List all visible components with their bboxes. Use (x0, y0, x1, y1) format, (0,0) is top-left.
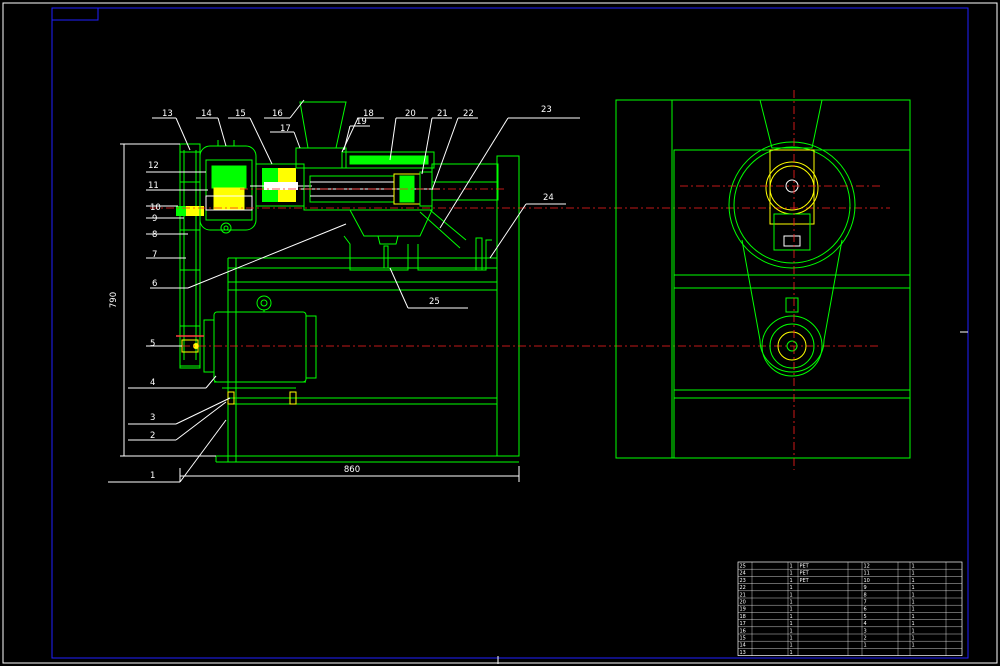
title-block-cell: 1 (912, 621, 915, 627)
part-label-12: 12 (148, 161, 159, 171)
sheet-inner-border (51, 7, 969, 659)
part-label-19: 19 (356, 117, 367, 127)
part-label-14: 14 (201, 109, 212, 119)
title-block-cell: 16 (740, 628, 746, 634)
title-block-cell: 1 (790, 621, 793, 627)
side-view (615, 90, 911, 470)
title-block-cell: PET (800, 564, 810, 570)
title-block-cell: 7 (864, 600, 867, 606)
title-block-cell: 1 (912, 571, 915, 577)
part-label-23: 23 (541, 105, 552, 115)
title-block-cell: 1 (790, 600, 793, 606)
part-label-5: 5 (150, 339, 155, 349)
title-block-cell: 1 (912, 600, 915, 606)
title-block-cell: 18 (740, 614, 746, 620)
part-label-17: 17 (280, 124, 291, 134)
title-block-cell: 1 (790, 585, 793, 591)
part-label-3: 3 (150, 413, 155, 423)
part-label-7: 7 (152, 250, 157, 260)
part-label-6: 6 (152, 279, 157, 289)
part-label-24: 24 (543, 193, 554, 203)
title-block-cell: 8 (864, 592, 867, 598)
part-label-8: 8 (152, 230, 157, 240)
title-block-cell: 1 (790, 571, 793, 577)
part-label-11: 11 (148, 181, 159, 191)
title-block-cell: 1 (912, 636, 915, 642)
title-block-cell: 1 (790, 650, 793, 656)
part-label-22: 22 (463, 109, 474, 119)
front-view: 790 860 13 14 15 16 17 18 19 20 21 22 23… (108, 99, 890, 483)
title-block-cell: 1 (912, 564, 915, 570)
title-block-cell: 1 (864, 643, 867, 649)
title-block-cell: 1 (790, 614, 793, 620)
title-block-cell: 10 (864, 578, 870, 584)
part-label-15: 15 (235, 109, 246, 119)
title-block-cell: 15 (740, 636, 746, 642)
title-block-cell: 1 (790, 643, 793, 649)
gear-box (199, 140, 257, 234)
title-block-cell: 21 (740, 592, 746, 598)
title-block-cell: 25 (740, 564, 746, 570)
title-block-cell: 1 (912, 607, 915, 613)
title-block-cell: 4 (864, 621, 867, 627)
title-block-cell: 5 (864, 614, 867, 620)
title-block: 25 1 PET 12 124 1 PET 11 123 1 PET 10 122 1 9 121 1 8 120 1… (737, 561, 963, 656)
title-block-cell: 9 (864, 585, 867, 591)
title-block-cell: 1 (912, 578, 915, 584)
title-block-cell: 1 (790, 636, 793, 642)
part-label-2: 2 (150, 431, 155, 441)
title-block-cell: 20 (740, 600, 746, 606)
title-block-cell: 1 (912, 585, 915, 591)
title-block-cell: 1 (790, 628, 793, 634)
part-label-9: 9 (152, 214, 157, 224)
title-block-cell: 1 (912, 628, 915, 634)
press-barrel (295, 101, 499, 271)
cad-drawing: 790 860 13 14 15 16 17 18 19 20 21 22 23… (2, 2, 998, 664)
title-block-cell: 1 (912, 614, 915, 620)
title-block-cell: 17 (740, 621, 746, 627)
title-block-cell: 12 (864, 564, 870, 570)
coupling (250, 163, 312, 207)
corner-mark (51, 7, 99, 21)
title-block-cell: 1 (790, 578, 793, 584)
title-block-cell: 1 (790, 607, 793, 613)
title-block-cell: PET (800, 571, 810, 577)
title-block-cell: 1 (912, 643, 915, 649)
title-block-cell: 24 (740, 571, 746, 577)
title-block-cell: PET (800, 578, 810, 584)
title-block-cell: 22 (740, 585, 746, 591)
title-block-cell: 19 (740, 607, 746, 613)
title-block-cell: 6 (864, 607, 867, 613)
leader-lines (108, 99, 580, 483)
title-block-cell: 1 (912, 592, 915, 598)
part-label-25: 25 (429, 297, 440, 307)
title-block-cell: 3 (864, 628, 867, 634)
part-label-4: 4 (150, 378, 155, 388)
dimension-width: 860 (344, 465, 360, 475)
title-block-cell: 14 (740, 643, 746, 649)
title-block-cell: 1 (790, 564, 793, 570)
title-block-cell: 2 (864, 636, 867, 642)
part-label-21: 21 (437, 109, 448, 119)
title-block-cell: 1 (790, 592, 793, 598)
title-block-cell: 23 (740, 578, 746, 584)
part-label-10: 10 (150, 203, 161, 213)
part-label-16: 16 (272, 109, 283, 119)
part-label-13: 13 (162, 109, 173, 119)
motor (203, 295, 317, 405)
part-label-1: 1 (150, 471, 155, 481)
part-label-20: 20 (405, 109, 416, 119)
title-block-cell: 13 (740, 650, 746, 656)
title-block-cell: 11 (864, 571, 870, 577)
dimension-height: 790 (109, 292, 119, 308)
